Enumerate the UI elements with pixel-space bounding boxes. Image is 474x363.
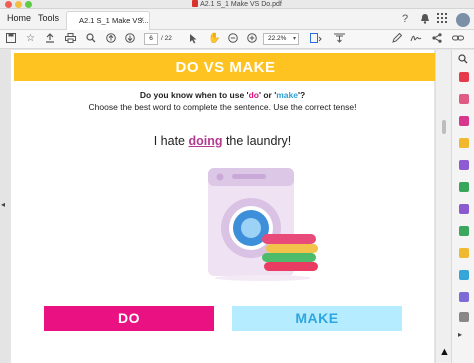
close-tab-icon[interactable]: × xyxy=(139,15,144,24)
zoom-level-select[interactable]: 22.2% ▾ xyxy=(263,33,299,45)
edit-text-icon[interactable] xyxy=(392,32,403,47)
next-page-icon[interactable] xyxy=(125,33,135,47)
fill-sign-icon[interactable] xyxy=(459,160,469,170)
example-sentence: I hate doing the laundry! xyxy=(153,134,292,148)
option-do-button[interactable]: DO xyxy=(44,306,214,331)
comment-icon[interactable] xyxy=(459,138,469,148)
compare-icon[interactable] xyxy=(459,292,469,302)
sign-icon[interactable] xyxy=(410,33,422,47)
instruction-text: Choose the best word to complete the sen… xyxy=(88,102,357,112)
user-avatar[interactable] xyxy=(456,13,470,27)
print-icon[interactable] xyxy=(65,33,76,47)
edit-pdf-icon[interactable] xyxy=(459,116,469,126)
apps-icon[interactable] xyxy=(437,13,447,26)
tab-bar: Home Tools A2.1 S_1 Make VS... × ? xyxy=(0,9,474,30)
request-signature-icon[interactable] xyxy=(459,204,469,214)
pdf-page: DO VS MAKE Do you know when to use 'do' … xyxy=(11,50,437,363)
protect-icon[interactable] xyxy=(459,248,469,258)
prev-page-icon[interactable] xyxy=(106,33,116,47)
more-tools-icon[interactable] xyxy=(459,312,469,322)
zoom-search-icon[interactable] xyxy=(86,33,96,47)
question-word-do: do xyxy=(248,90,259,100)
zoom-out-icon[interactable] xyxy=(228,33,238,47)
answer-word: doing xyxy=(188,134,223,148)
search-icon[interactable] xyxy=(458,54,468,67)
bookmark-icon[interactable]: ☆ xyxy=(26,33,35,45)
question-text: Do you know when to use 'do' or 'make'? xyxy=(139,90,306,100)
save-icon[interactable] xyxy=(6,33,16,47)
scroll-mode-icon[interactable] xyxy=(334,33,345,47)
organize-icon[interactable] xyxy=(459,182,469,192)
zoom-level-value: 22.2% xyxy=(268,35,287,42)
option-make-button[interactable]: MAKE xyxy=(232,306,402,331)
tab-home[interactable]: Home xyxy=(7,13,31,23)
toolbar: ☆ 6 / 22 ✋ 22.2% ▾ xyxy=(0,30,474,49)
mouse-cursor-icon: ▲ xyxy=(439,346,450,358)
question-word-make: make xyxy=(276,90,298,100)
page-title: DO VS MAKE xyxy=(175,59,276,76)
collapse-panel-icon[interactable]: ▸ xyxy=(458,330,462,339)
zoom-in-icon[interactable] xyxy=(247,33,257,47)
accessibility-icon[interactable] xyxy=(459,270,469,280)
scan-icon[interactable] xyxy=(459,226,469,236)
tab-document-label: A2.1 S_1 Make VS... xyxy=(79,16,149,25)
fit-page-icon[interactable] xyxy=(310,33,322,47)
link-icon[interactable] xyxy=(452,33,464,47)
upload-icon[interactable] xyxy=(45,33,55,47)
expand-left-panel-icon[interactable]: ◂ xyxy=(1,200,5,209)
right-tools-panel: ▸ xyxy=(451,50,474,363)
left-panel-collapsed: ◂ xyxy=(0,50,10,363)
window-title: A2.1 S_1 Make VS Do.pdf xyxy=(0,0,474,9)
share-icon[interactable] xyxy=(432,33,442,47)
title-bar: A2.1 S_1 Make VS Do.pdf xyxy=(0,0,474,9)
page-number-input[interactable]: 6 xyxy=(144,33,158,45)
scrollbar-thumb[interactable] xyxy=(442,120,446,134)
page-total: / 22 xyxy=(161,35,172,42)
chevron-down-icon: ▾ xyxy=(292,36,296,42)
select-cursor-icon[interactable] xyxy=(189,33,198,48)
title-banner: DO VS MAKE xyxy=(14,53,437,81)
tab-tools[interactable]: Tools xyxy=(38,13,59,23)
create-pdf-icon[interactable] xyxy=(459,94,469,104)
tab-document[interactable]: A2.1 S_1 Make VS... × xyxy=(66,11,150,30)
pdf-file-icon xyxy=(192,0,199,7)
help-icon[interactable]: ? xyxy=(402,13,408,25)
washing-machine-illustration xyxy=(208,168,318,281)
vertical-scrollbar[interactable] xyxy=(435,50,451,363)
hand-icon[interactable]: ✋ xyxy=(208,33,220,45)
bell-icon[interactable] xyxy=(420,13,430,27)
export-pdf-icon[interactable] xyxy=(459,72,469,82)
